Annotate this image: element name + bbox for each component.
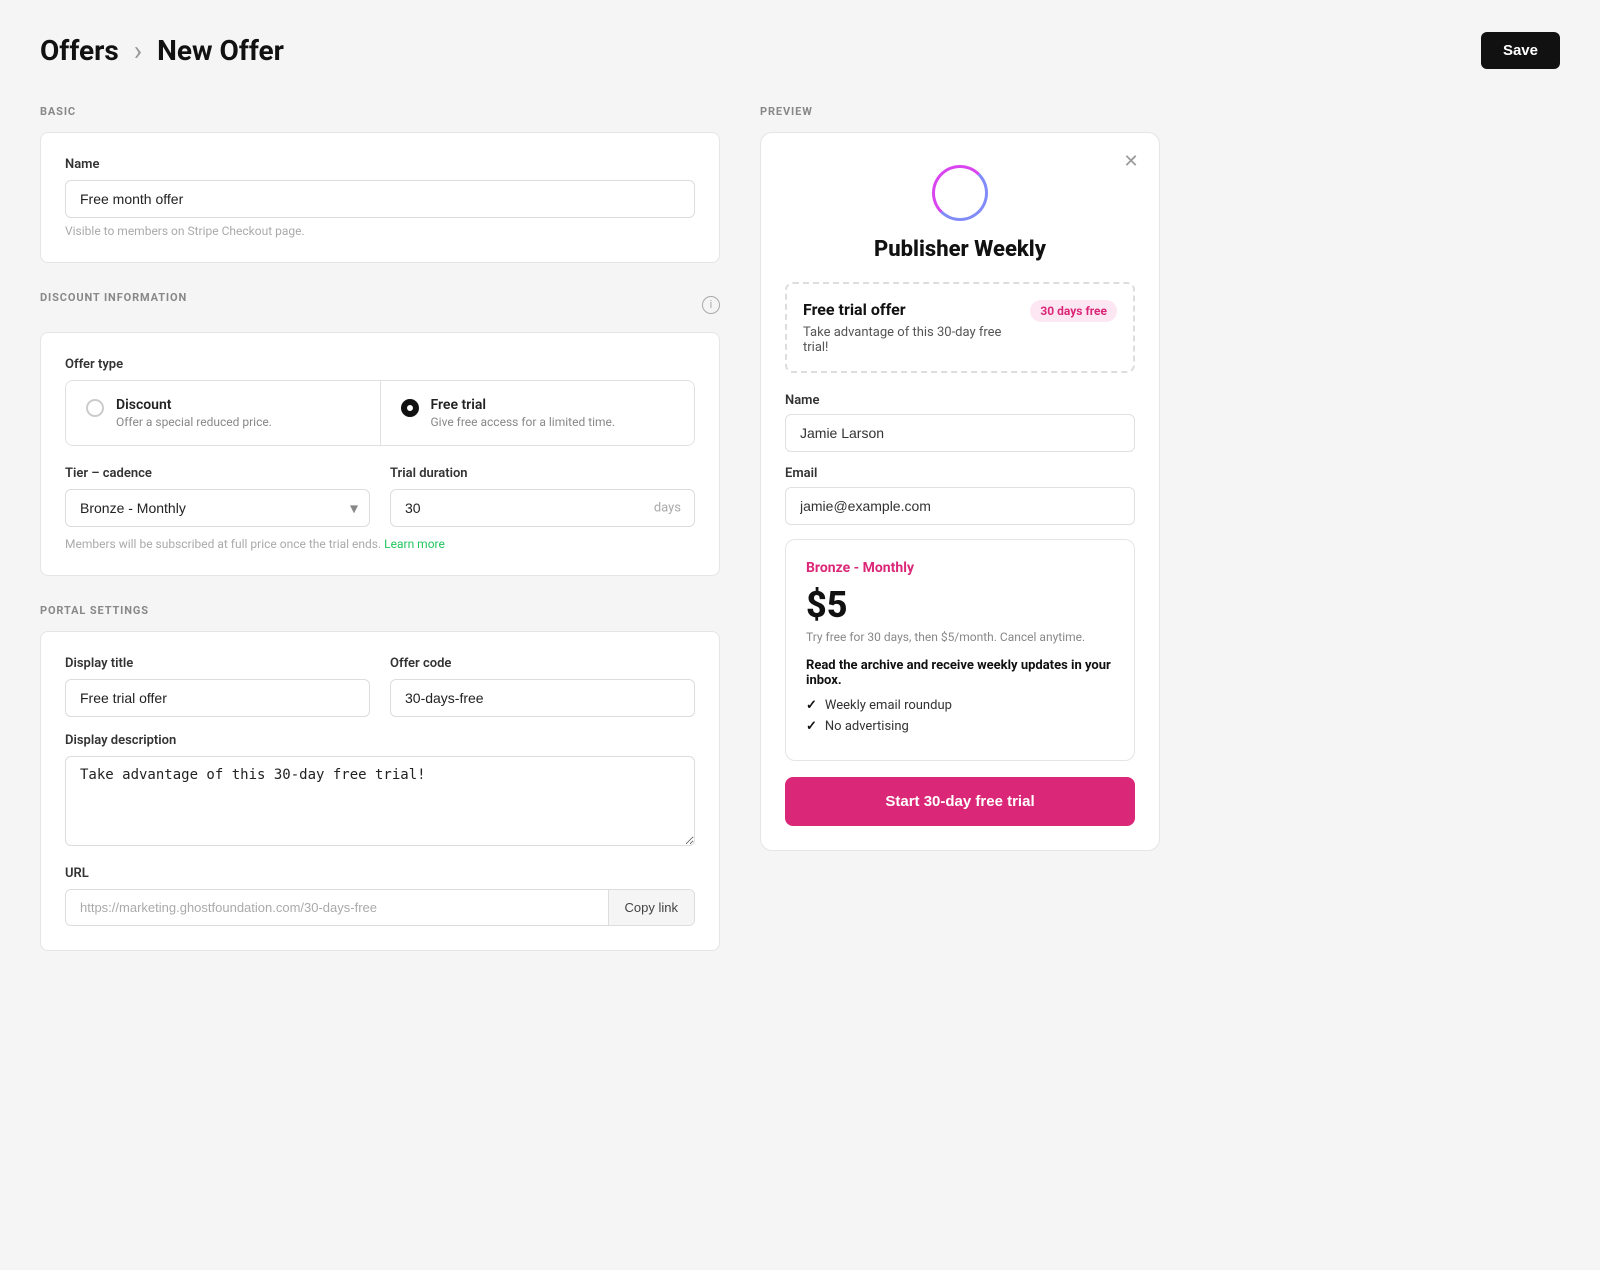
discount-radio[interactable]	[86, 399, 104, 417]
trial-duration-unit: days	[654, 501, 681, 516]
breadcrumb-root[interactable]: Offers	[40, 34, 119, 67]
free-trial-radio[interactable]	[401, 399, 419, 417]
preview-name-label: Name	[785, 393, 1135, 408]
save-button[interactable]: Save	[1481, 32, 1560, 69]
preview-email-label: Email	[785, 466, 1135, 481]
display-title-group: Display title	[65, 656, 370, 717]
url-group: URL Copy link	[65, 866, 695, 926]
preview-name-input[interactable]	[785, 414, 1135, 452]
offer-badge: 30 days free	[1030, 300, 1117, 322]
trial-duration-wrapper: days	[390, 489, 695, 527]
tier-feature-1-text: Weekly email roundup	[825, 698, 952, 713]
start-trial-button[interactable]: Start 30-day free trial	[785, 777, 1135, 826]
discount-section-label: DISCOUNT INFORMATION	[40, 291, 187, 304]
tier-feature-1: ✓ Weekly email roundup	[806, 698, 1114, 713]
preview-tier-trial-note: Try free for 30 days, then $5/month. Can…	[806, 630, 1114, 644]
preview-tier-card: Bronze - Monthly $5 Try free for 30 days…	[785, 539, 1135, 761]
discount-option[interactable]: Discount Offer a special reduced price.	[66, 381, 380, 445]
url-input	[66, 890, 608, 925]
copy-link-button[interactable]: Copy link	[608, 890, 694, 925]
page-title: Offers › New Offer	[40, 34, 284, 67]
name-input[interactable]	[65, 180, 695, 218]
free-trial-title: Free trial	[431, 397, 616, 413]
tier-cadence-select[interactable]: Bronze - Monthly	[65, 489, 370, 527]
discount-desc: Offer a special reduced price.	[116, 415, 272, 429]
portal-section-label: PORTAL SETTINGS	[40, 604, 720, 617]
offer-type-row: Discount Offer a special reduced price. …	[65, 380, 695, 446]
preview-tier-name: Bronze - Monthly	[806, 560, 1114, 576]
display-title-input[interactable]	[65, 679, 370, 717]
tier-cadence-group: Tier – cadence Bronze - Monthly	[65, 466, 370, 527]
portal-card: Display title Offer code Display descrip…	[40, 631, 720, 951]
offer-code-label: Offer code	[390, 656, 695, 671]
tier-feature-2-text: No advertising	[825, 719, 909, 734]
check-icon-2: ✓	[806, 719, 817, 734]
info-icon[interactable]: i	[702, 296, 720, 314]
offer-code-group: Offer code	[390, 656, 695, 717]
discount-section: DISCOUNT INFORMATION i Offer type Discou…	[40, 291, 720, 576]
preview-tier-price: $5	[806, 584, 1114, 626]
free-trial-desc: Give free access for a limited time.	[431, 415, 616, 429]
discount-title: Discount	[116, 397, 272, 413]
offer-type-label: Offer type	[65, 357, 695, 372]
preview-close-button[interactable]: ✕	[1119, 149, 1143, 173]
discount-card: Offer type Discount Offer a special redu…	[40, 332, 720, 576]
tier-cadence-wrapper: Bronze - Monthly	[65, 489, 370, 527]
portal-section: PORTAL SETTINGS Display title Offer code	[40, 604, 720, 951]
preview-modal: ✕ Publisher Weekly Free trial offer Take…	[760, 132, 1160, 851]
display-description-textarea[interactable]: Take advantage of this 30-day free trial…	[65, 756, 695, 846]
display-description-label: Display description	[65, 733, 695, 748]
trial-duration-label: Trial duration	[390, 466, 695, 481]
display-title-label: Display title	[65, 656, 370, 671]
name-field-label: Name	[65, 157, 695, 172]
preview-logo	[785, 165, 1135, 225]
offer-banner-title: Free trial offer	[803, 300, 1018, 319]
url-row: Copy link	[65, 889, 695, 926]
display-description-group: Display description Take advantage of th…	[65, 733, 695, 850]
breadcrumb-separator: ›	[134, 34, 142, 67]
trial-duration-input[interactable]	[390, 489, 695, 527]
offer-code-input[interactable]	[390, 679, 695, 717]
trial-duration-group: Trial duration days	[390, 466, 695, 527]
preview-email-input[interactable]	[785, 487, 1135, 525]
basic-section: BASIC Name Visible to members on Stripe …	[40, 105, 720, 263]
offer-banner: Free trial offer Take advantage of this …	[785, 282, 1135, 373]
free-trial-option[interactable]: Free trial Give free access for a limite…	[380, 381, 695, 445]
basic-section-label: BASIC	[40, 105, 720, 118]
logo-ring	[932, 165, 988, 221]
offer-banner-description: Take advantage of this 30-day free trial…	[803, 325, 1018, 355]
breadcrumb-current: New Offer	[157, 34, 284, 67]
learn-more-link[interactable]: Learn more	[384, 537, 445, 551]
check-icon-1: ✓	[806, 698, 817, 713]
preview-publisher-name: Publisher Weekly	[785, 237, 1135, 262]
tier-cadence-label: Tier – cadence	[65, 466, 370, 481]
url-label: URL	[65, 866, 695, 881]
tier-feature-2: ✓ No advertising	[806, 719, 1114, 734]
subscription-note: Members will be subscribed at full price…	[65, 537, 695, 551]
preview-label: PREVIEW	[760, 105, 1560, 118]
basic-card: Name Visible to members on Stripe Checko…	[40, 132, 720, 263]
preview-tier-features-title: Read the archive and receive weekly upda…	[806, 658, 1114, 688]
name-helper-text: Visible to members on Stripe Checkout pa…	[65, 224, 695, 238]
